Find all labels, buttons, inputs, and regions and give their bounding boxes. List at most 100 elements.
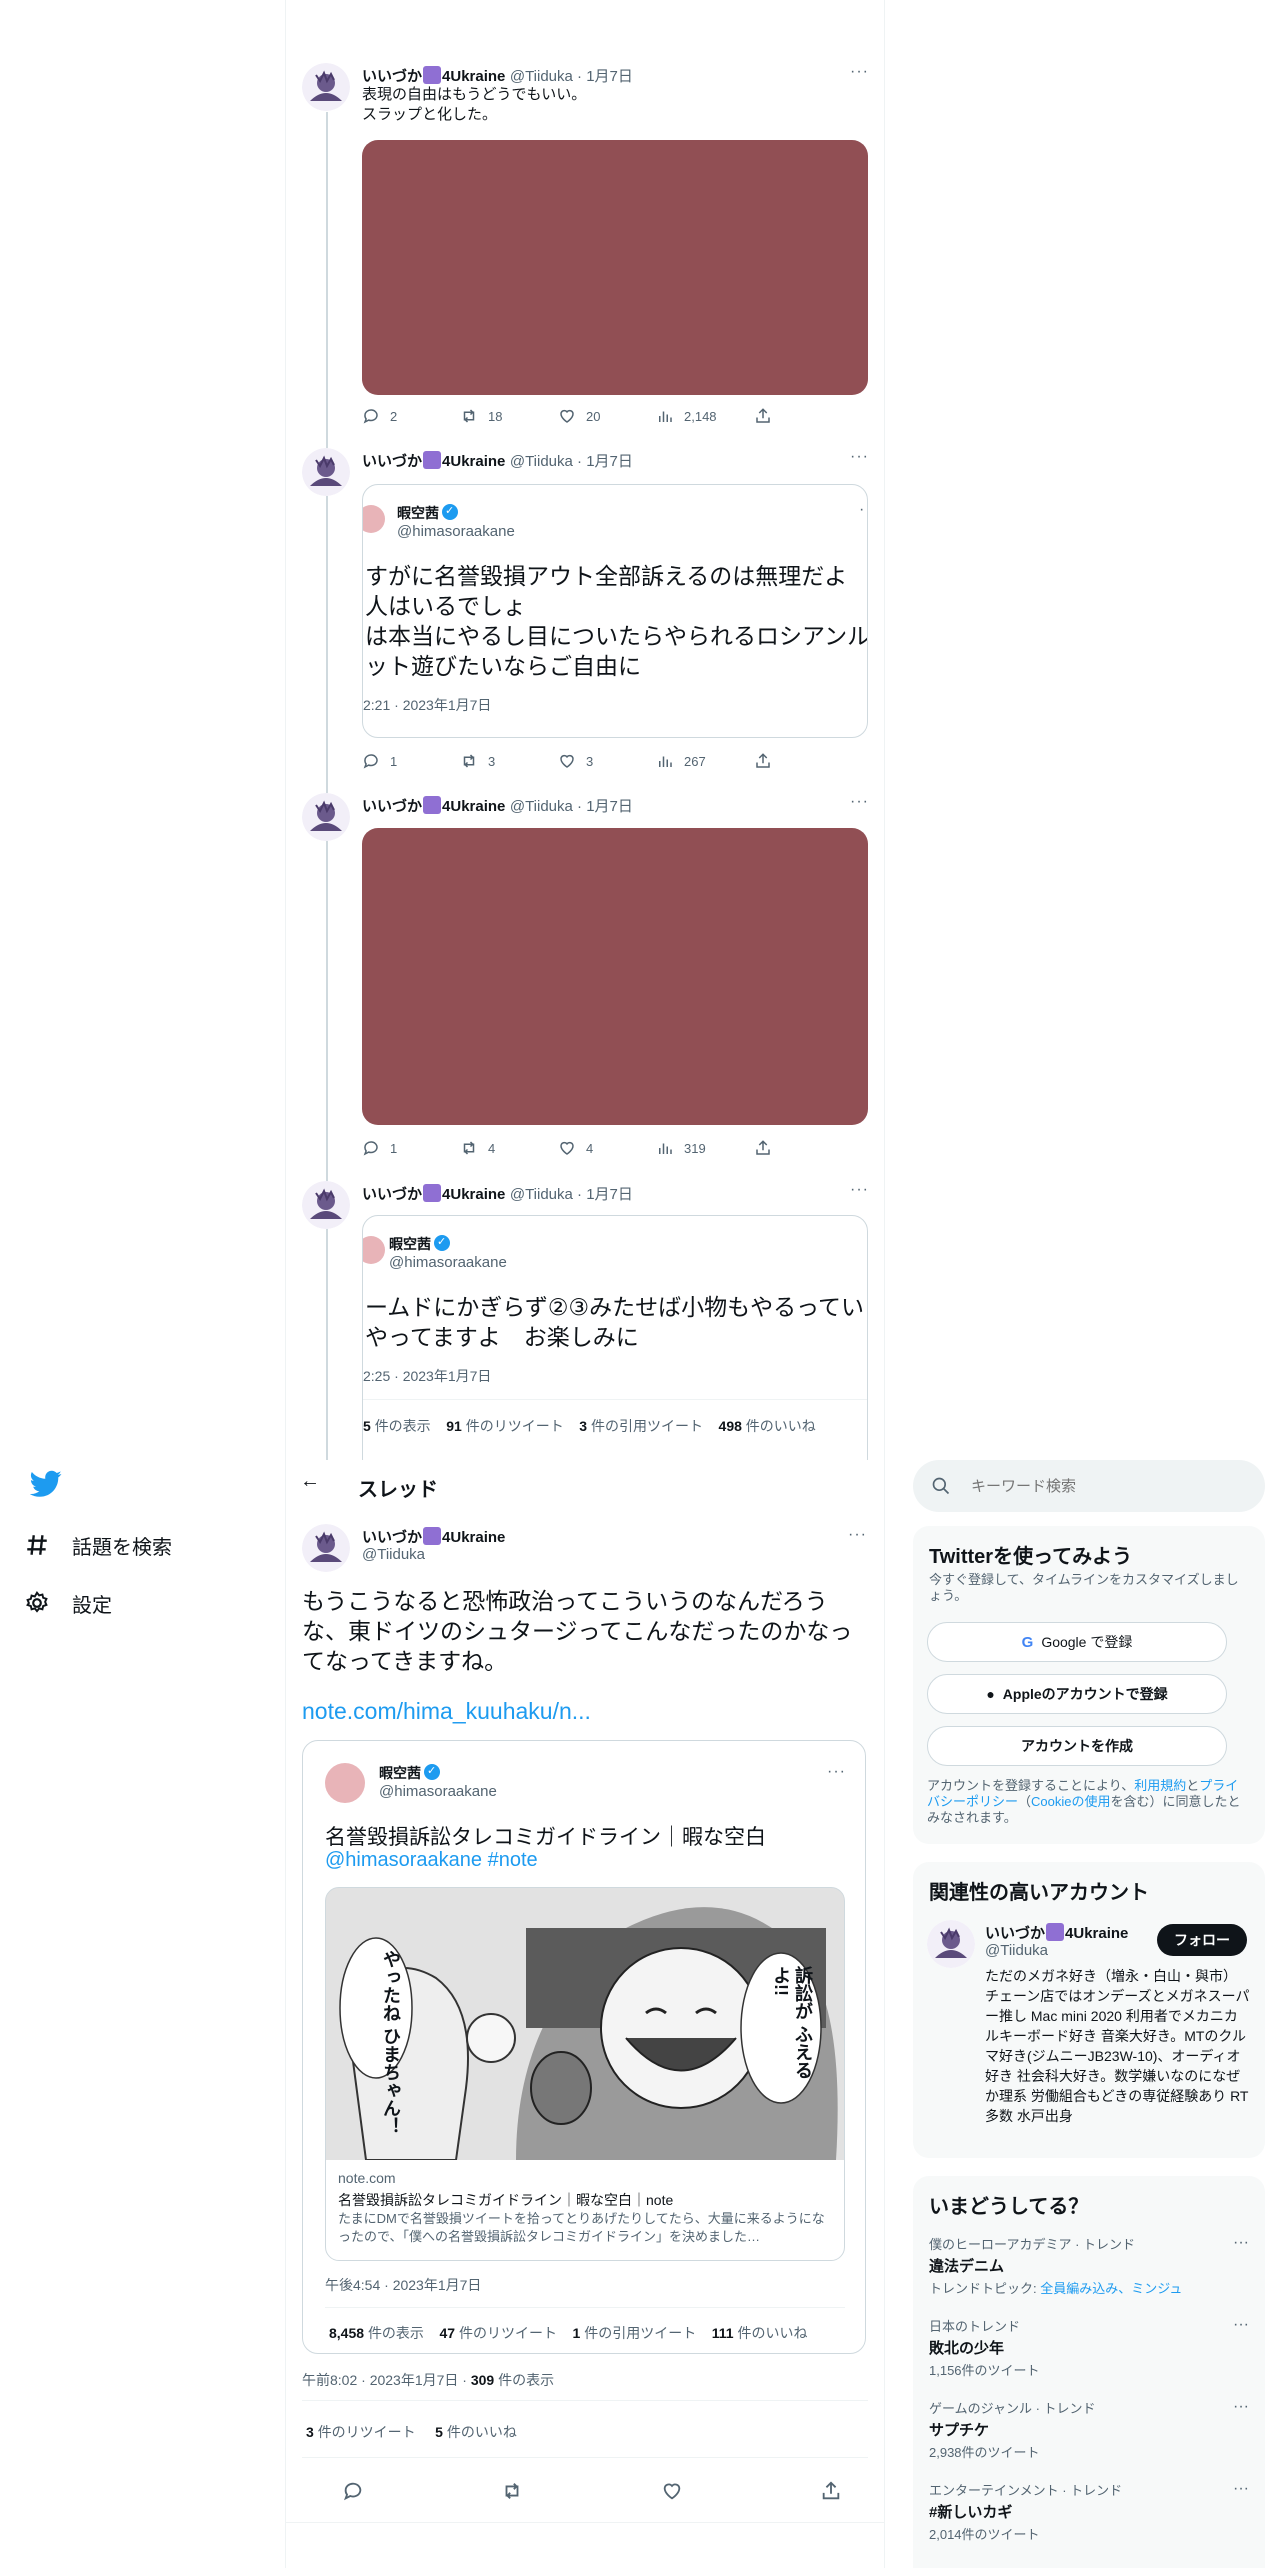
more-icon[interactable]: ··· (1233, 2480, 1249, 2498)
retweet-button[interactable]: 4 (460, 1139, 558, 1157)
quoted-hashtags[interactable]: @himasoraakane #note (325, 1849, 538, 1872)
tweet-image[interactable] (362, 828, 868, 1125)
quoted-handle[interactable]: @himasoraakane (389, 1254, 507, 1271)
related-avatar[interactable] (927, 1920, 975, 1968)
quoted-avatar[interactable] (363, 505, 385, 533)
stat-quotes[interactable]: 3 件の引用ツイート (579, 1418, 703, 1434)
tweet-link[interactable]: note.com/hima_kuuhaku/n... (302, 1698, 591, 1725)
quoted-time[interactable]: 2:21 · 2023年1月7日 (363, 695, 491, 715)
username[interactable]: @Tiiduka (362, 1546, 425, 1563)
trend-topic-link[interactable]: 全員編み込み、ミンジュ (1040, 2281, 1182, 2296)
heart-icon[interactable] (661, 2480, 683, 2502)
nav-explore[interactable]: 話題を検索 (24, 1516, 172, 1574)
retweet-icon[interactable] (501, 2480, 523, 2502)
more-icon[interactable]: ··· (850, 63, 869, 81)
related-name[interactable]: いいづか 4Ukraine (985, 1922, 1128, 1943)
avatar[interactable] (302, 448, 350, 496)
trend-item[interactable]: エンターテインメント · トレンド #新しいカギ 2,014件のツイート ··· (929, 2480, 1249, 2543)
stat-likes[interactable]: 5 件のいいね (435, 2424, 517, 2440)
share-button[interactable] (754, 752, 852, 770)
share-button[interactable] (754, 1139, 852, 1157)
tweet-image[interactable] (362, 140, 868, 395)
quoted-more-icon[interactable]: ··· (827, 1763, 846, 1781)
quoted-time[interactable]: 2:25 · 2023年1月7日 (363, 1366, 491, 1386)
quoted-avatar[interactable] (363, 1236, 385, 1264)
avatar[interactable] (302, 63, 350, 111)
stat-views[interactable]: 5 件の表示 (363, 1418, 431, 1434)
retweet-button[interactable]: 3 (460, 752, 558, 770)
more-icon[interactable]: ··· (850, 1181, 869, 1199)
tweet-date[interactable]: 1月7日 (586, 798, 633, 815)
terms-link[interactable]: 利用規約 (1134, 1778, 1186, 1793)
display-name[interactable]: いいづか 4Ukraine (362, 451, 505, 470)
reply-button[interactable]: 1 (362, 1139, 460, 1157)
search-input[interactable] (971, 1474, 1251, 1498)
nav-settings[interactable]: 設定 (24, 1574, 172, 1632)
reply-icon[interactable] (342, 2480, 364, 2502)
views-button[interactable]: 319 (656, 1139, 754, 1157)
follow-button[interactable]: フォロー (1157, 1924, 1247, 1956)
avatar[interactable] (302, 793, 350, 841)
back-arrow-icon[interactable]: ← (300, 1470, 320, 1493)
stat-likes[interactable]: 111 件のいいね (712, 2325, 808, 2341)
quoted-tweet[interactable]: 暇空茜 @himasoraakane ··· 名誉毀損訴訟タレコミガイドライン｜… (302, 1740, 866, 2354)
quoted-name[interactable]: 暇空茜 (389, 1234, 450, 1254)
more-icon[interactable]: ··· (1233, 2234, 1249, 2252)
share-button[interactable] (754, 407, 852, 425)
timestamp-text[interactable]: 午前8:02 · 2023年1月7日 · (302, 2372, 471, 2388)
more-icon[interactable]: ··· (1233, 2398, 1249, 2416)
username[interactable]: @Tiiduka (510, 798, 573, 815)
more-icon[interactable]: ··· (850, 448, 869, 466)
quoted-name[interactable]: 暇空茜 (379, 1763, 440, 1783)
tweet-4[interactable]: いいづか4Ukraine @Tiiduka · 1月7日 ··· 暇空茜 @hi… (290, 1173, 880, 1475)
quoted-more-icon[interactable]: · (859, 501, 864, 519)
share-icon[interactable] (820, 2480, 842, 2502)
create-account-button[interactable]: アカウントを作成 (927, 1726, 1227, 1766)
quoted-name[interactable]: 暇空茜 (397, 503, 458, 523)
display-name[interactable]: いいづか 4Ukraine (362, 66, 505, 85)
views-button[interactable]: 267 (656, 752, 754, 770)
stat-retweets[interactable]: 47 件のリツイート (440, 2325, 557, 2341)
username[interactable]: @Tiiduka (510, 453, 573, 470)
reply-button[interactable]: 1 (362, 752, 460, 770)
tweet-1[interactable]: いいづか 4Ukraine @Tiiduka · 1月7日 ··· 表現の自由はも… (290, 55, 880, 430)
tweet-date[interactable]: 1月7日 (586, 453, 633, 470)
username[interactable]: @Tiiduka (510, 1186, 573, 1203)
reply-button[interactable]: 2 (362, 407, 460, 425)
quoted-tweet[interactable]: 暇空茜 @himasoraakane ームドにかぎらず②③みたせば小物もやるって… (362, 1215, 868, 1475)
views-button[interactable]: 2,148 (656, 407, 754, 425)
trend-item[interactable]: 日本のトレンド 敗北の少年 1,156件のツイート ··· (929, 2316, 1249, 2379)
twitter-logo-icon[interactable] (29, 1470, 62, 1503)
apple-signup-button[interactable]: ● Appleのアカウントで登録 (927, 1674, 1227, 1714)
display-name[interactable]: いいづか 4Ukraine (362, 796, 505, 815)
google-signup-button[interactable]: G Google で登録 (927, 1622, 1227, 1662)
related-handle[interactable]: @Tiiduka (985, 1942, 1048, 1959)
quoted-time[interactable]: 午後4:54 · 2023年1月7日 (325, 2275, 481, 2295)
more-icon[interactable]: ··· (848, 1526, 867, 1544)
avatar[interactable] (302, 1181, 350, 1229)
username[interactable]: @Tiiduka (510, 68, 573, 85)
tweet-3[interactable]: いいづか 4Ukraine @Tiiduka · 1月7日 ··· 1 4 4 3… (290, 785, 880, 1157)
like-button[interactable]: 3 (558, 752, 656, 770)
more-icon[interactable]: ··· (1233, 2316, 1249, 2334)
quoted-tweet[interactable]: 暇空茜 @himasoraakane · すがに名誉毀損アウト全部訴えるのは無理… (362, 484, 868, 738)
stat-retweets[interactable]: 3 件のリツイート (306, 2424, 416, 2440)
link-card[interactable]: やったね ひまちゃん！ 訴訟が ふえるよ!! note.com 名誉毀損訴訟タレ… (325, 1887, 845, 2261)
search-box[interactable] (913, 1460, 1265, 1512)
stat-views[interactable]: 8,458 件の表示 (329, 2325, 424, 2341)
stat-likes[interactable]: 498 件のいいね (719, 1418, 816, 1434)
trend-item[interactable]: 僕のヒーローアカデミア · トレンド 違法デニム トレンドトピック: 全員編み込… (929, 2234, 1249, 2297)
like-button[interactable]: 4 (558, 1139, 656, 1157)
more-icon[interactable]: ··· (850, 793, 869, 811)
stat-retweets[interactable]: 91 件のリツイート (446, 1418, 563, 1434)
quoted-handle[interactable]: @himasoraakane (379, 1783, 497, 1800)
avatar[interactable] (302, 1524, 350, 1572)
trend-item[interactable]: ゲームのジャンル · トレンド サプチケ 2,938件のツイート ··· (929, 2398, 1249, 2461)
tweet-date[interactable]: 1月7日 (586, 68, 633, 85)
cookie-link[interactable]: Cookieの使用 (1031, 1794, 1110, 1809)
stat-quotes[interactable]: 1 件の引用ツイート (573, 2325, 697, 2341)
tweet-date[interactable]: 1月7日 (586, 1186, 633, 1203)
like-button[interactable]: 20 (558, 407, 656, 425)
display-name[interactable]: いいづか 4Ukraine (362, 1184, 505, 1203)
display-name[interactable]: いいづか 4Ukraine (362, 1526, 505, 1547)
